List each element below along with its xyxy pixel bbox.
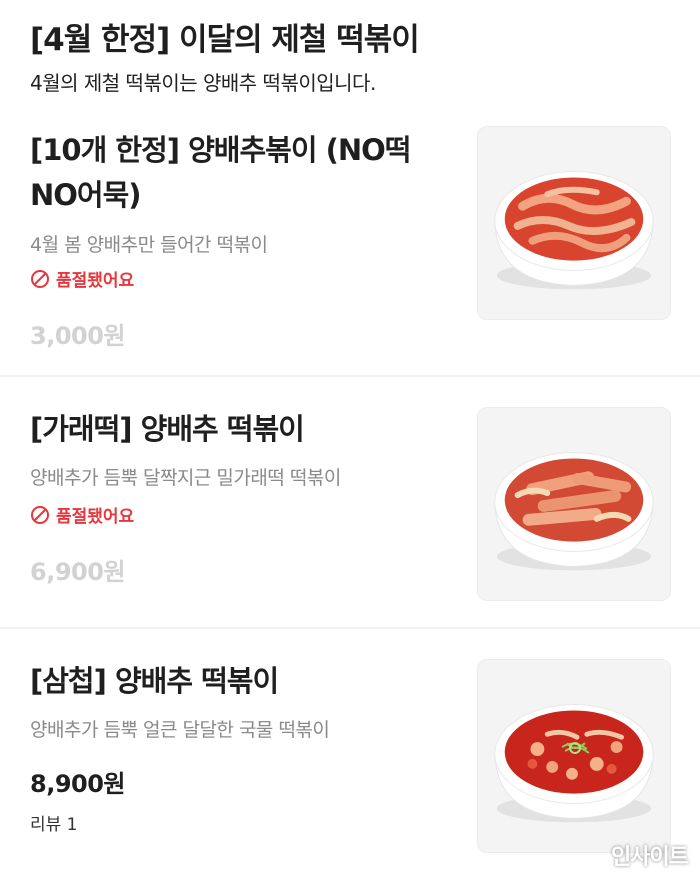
prohibited-icon (31, 269, 49, 288)
item-description: 4월 봄 양배추만 들어간 떡볶이 (30, 234, 268, 256)
item-name: [삼첩] 양배추 떡볶이 (30, 664, 279, 698)
item-description: 양배추가 듬뿍 얼큰 달달한 국물 떡볶이 (30, 719, 330, 741)
soldout-badge: 품절됐어요 (30, 266, 134, 291)
item-price: 8,900원 (30, 770, 126, 798)
menu-item-samcheop[interactable]: [삼첩] 양배추 떡볶이 양배추가 듬뿍 얼큰 달달한 국물 떡볶이 8,900… (0, 629, 700, 879)
food-image-cabbage-bowl (477, 126, 671, 320)
item-name-line1: [10개 한정] 양배추볶이 (NO떡 (30, 133, 411, 167)
item-price: 6,900원 (30, 558, 126, 586)
prohibited-icon (31, 505, 49, 524)
food-image-garaetteok-bowl (477, 407, 671, 601)
food-image-soup-bowl (477, 659, 671, 853)
item-name: [10개 한정] 양배추볶이 (NO떡 NO어묵) (30, 128, 411, 218)
item-name: [가래떡] 양배추 떡볶이 (30, 412, 305, 446)
watermark: 인사이트 (611, 845, 689, 870)
soldout-label: 품절됐어요 (56, 507, 135, 527)
item-name-line2: NO어묵) (30, 178, 142, 212)
item-description: 양배추가 듬뿍 달짝지근 밀가래떡 떡볶이 (30, 467, 341, 489)
soldout-badge: 품절됐어요 (30, 502, 134, 527)
item-price: 3,000원 (30, 322, 126, 350)
menu-item-garaetteok[interactable]: [가래떡] 양배추 떡볶이 양배추가 듬뿍 달짝지근 밀가래떡 떡볶이 품절됐어… (0, 377, 700, 627)
review-count: 리뷰 1 (30, 815, 78, 835)
soldout-label: 품절됐어요 (56, 271, 135, 291)
menu-item-cabbage-only[interactable]: [10개 한정] 양배추볶이 (NO떡 NO어묵) 4월 봄 양배추만 들어간 … (0, 0, 700, 375)
